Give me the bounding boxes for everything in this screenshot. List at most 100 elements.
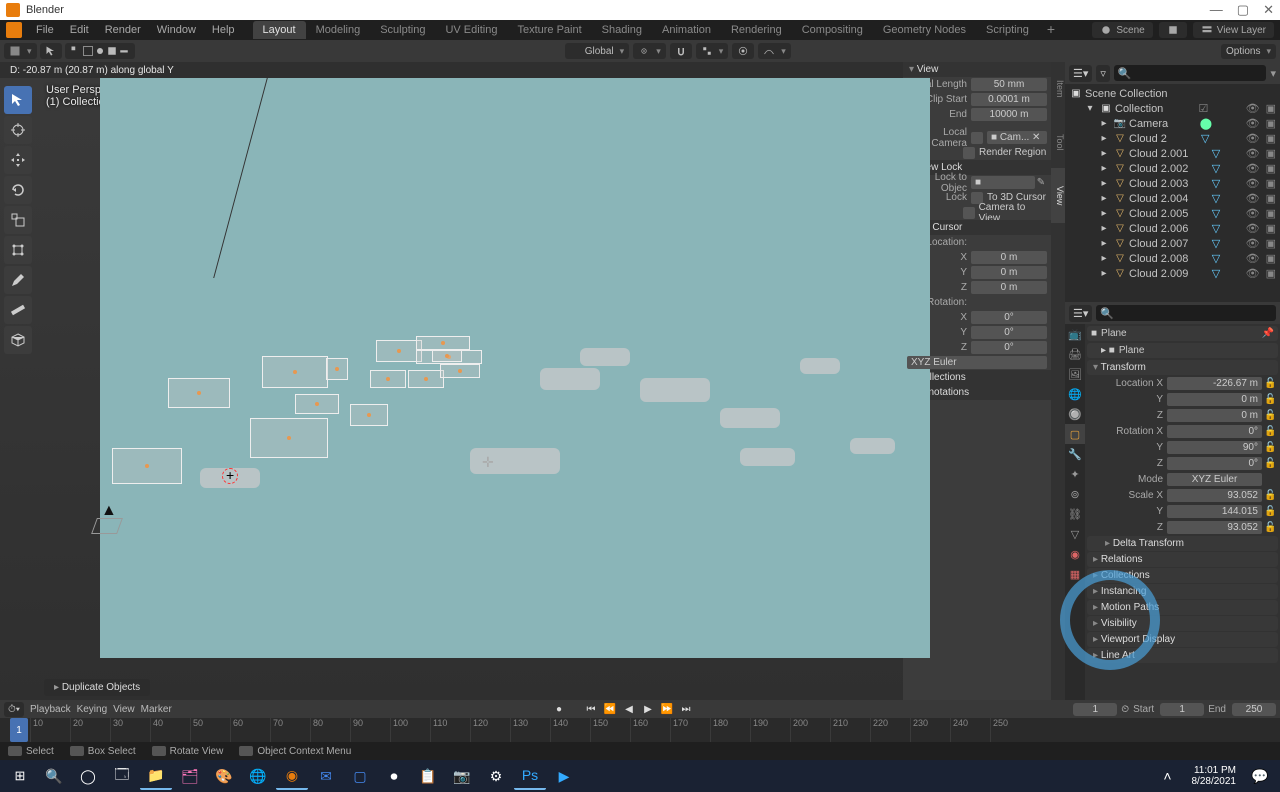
object-breadcrumb[interactable]: ■ Plane📌 (1087, 326, 1278, 341)
autokey-button[interactable]: ● (551, 702, 567, 716)
visibility-header[interactable]: Visibility (1087, 616, 1278, 631)
ptab-particle[interactable]: ✦ (1065, 464, 1085, 484)
npanel-tab-view[interactable]: View (1051, 168, 1065, 223)
taskbar-app-5[interactable]: ⏺ (378, 762, 410, 790)
cursor-loc-z[interactable]: 0 m (971, 281, 1047, 294)
snap-element[interactable] (696, 43, 729, 59)
tool-rotate[interactable] (4, 176, 32, 204)
ptab-constraint[interactable]: ⛓ (1065, 504, 1085, 524)
playhead[interactable]: 1 (10, 718, 28, 742)
search-button[interactable]: 🔍 (38, 762, 70, 790)
prev-key-button[interactable]: ⏪ (602, 702, 618, 716)
clip-start-field[interactable]: 0.0001 m (971, 93, 1047, 106)
cursor-rot-x[interactable]: 0° (971, 311, 1047, 324)
scene-selector[interactable]: Scene (1092, 22, 1152, 38)
ptab-modifier[interactable]: 🔧 (1065, 444, 1085, 464)
play-button[interactable]: ▶ (640, 702, 656, 716)
ptab-viewlayer[interactable]: 🖼 (1065, 364, 1085, 384)
preview-range-icon[interactable]: ⏲ (1121, 704, 1129, 715)
tool-select-box[interactable] (4, 86, 32, 114)
timeline-marker-menu[interactable]: Marker (141, 704, 172, 715)
taskbar-chrome[interactable]: 🌐 (242, 762, 274, 790)
workspace-tab-layout[interactable]: Layout (253, 21, 306, 39)
tool-add-cube[interactable] (4, 326, 32, 354)
view3d-canvas[interactable]: D: -20.87 m (20.87 m) along global Y Use… (0, 62, 903, 700)
notifications-button[interactable]: 💬 (1244, 762, 1276, 790)
transform-orientation[interactable]: Global (565, 43, 629, 59)
play-reverse-button[interactable]: ◀ (621, 702, 637, 716)
close-button[interactable]: ✕ (1263, 2, 1274, 18)
taskbar-app-2[interactable]: 🗂 (174, 762, 206, 790)
collections-panel-header[interactable]: Collections (1087, 568, 1278, 583)
taskbar-app-3[interactable]: 🎨 (208, 762, 240, 790)
taskbar-app-9[interactable]: ▶ (548, 762, 580, 790)
lineart-header[interactable]: Line Art (1087, 648, 1278, 663)
workspace-tab-animation[interactable]: Animation (652, 21, 721, 39)
taskbar-app-7[interactable]: 📷 (446, 762, 478, 790)
motion-paths-header[interactable]: Motion Paths (1087, 600, 1278, 615)
object-mode-selectors[interactable] (65, 43, 135, 59)
cursor-rot-y[interactable]: 0° (971, 326, 1047, 339)
npanel-view-header[interactable]: View (903, 62, 1051, 77)
workspace-tab-geonodes[interactable]: Geometry Nodes (873, 21, 976, 39)
jump-end-button[interactable]: ⏭ (678, 702, 694, 716)
cursor-rot-z[interactable]: 0° (971, 341, 1047, 354)
workspace-tab-scripting[interactable]: Scripting (976, 21, 1039, 39)
taskbar-mail[interactable]: ✉ (310, 762, 342, 790)
proportional-edit[interactable] (732, 43, 754, 59)
menu-file[interactable]: File (28, 24, 62, 36)
minimize-button[interactable]: — (1210, 2, 1223, 18)
taskbar-app-1[interactable]: 🗔 (106, 762, 138, 790)
lock-icon[interactable]: 🔓 (1264, 378, 1276, 389)
tool-cursor[interactable] (4, 116, 32, 144)
timeline-keying-menu[interactable]: Keying (77, 704, 108, 715)
workspace-add-button[interactable]: + (1039, 21, 1063, 39)
outliner-search[interactable]: 🔍 (1114, 65, 1267, 81)
tool-transform[interactable] (4, 236, 32, 264)
scene-new-button[interactable] (1159, 22, 1187, 38)
workspace-tab-modeling[interactable]: Modeling (306, 21, 371, 39)
outliner-filter-icon[interactable]: ▿ (1096, 65, 1110, 82)
properties-search[interactable]: 🔍 (1096, 305, 1276, 321)
blender-menu-icon[interactable] (6, 22, 22, 38)
header-options[interactable]: Options (1221, 44, 1276, 59)
taskbar-app-6[interactable]: 📋 (412, 762, 444, 790)
cursor-loc-y[interactable]: 0 m (971, 266, 1047, 279)
rot-x-field[interactable]: 0° (1167, 425, 1262, 438)
ptab-world[interactable]: 🔘 (1065, 404, 1085, 424)
viewport-display-header[interactable]: Viewport Display (1087, 632, 1278, 647)
relations-header[interactable]: Relations (1087, 552, 1278, 567)
scale-x-field[interactable]: 93.052 (1167, 489, 1262, 502)
ptab-object[interactable]: ▢ (1065, 424, 1085, 444)
rot-z-field[interactable]: 0° (1167, 457, 1262, 470)
clip-end-field[interactable]: 10000 m (971, 108, 1047, 121)
taskbar-app-8[interactable]: ⚙ (480, 762, 512, 790)
tray-up-icon[interactable]: ˄ (1152, 762, 1184, 790)
timeline-track[interactable]: 1 10203040506070809010011012013014015016… (0, 718, 1280, 742)
taskbar-photoshop[interactable]: Ps (514, 762, 546, 790)
end-frame-field[interactable]: 250 (1232, 703, 1276, 716)
focal-length-field[interactable]: 50 mm (971, 78, 1047, 91)
viewport-3d[interactable]: D: -20.87 m (20.87 m) along global Y Use… (0, 62, 903, 700)
start-button[interactable]: ⊞ (4, 762, 36, 790)
loc-z-field[interactable]: 0 m (1167, 409, 1262, 422)
tool-measure[interactable] (4, 296, 32, 324)
npanel-tab-tool[interactable]: Tool (1051, 116, 1065, 169)
cursor-rot-mode[interactable]: XYZ Euler (907, 356, 1047, 369)
menu-render[interactable]: Render (97, 24, 149, 36)
camera-to-view-check[interactable] (963, 207, 975, 219)
ptab-output[interactable]: 🖨 (1065, 344, 1085, 364)
taskbar-app-4[interactable]: ▢ (344, 762, 376, 790)
instancing-header[interactable]: Instancing (1087, 584, 1278, 599)
jump-start-button[interactable]: ⏮ (583, 702, 599, 716)
render-region-check[interactable] (963, 147, 975, 159)
task-view-button[interactable]: ◯ (72, 762, 104, 790)
ptab-render[interactable]: 📺 (1065, 324, 1085, 344)
workspace-tab-sculpting[interactable]: Sculpting (370, 21, 435, 39)
scale-y-field[interactable]: 144.015 (1167, 505, 1262, 518)
system-clock[interactable]: 11:01 PM 8/28/2021 (1186, 765, 1243, 787)
properties-editor-type[interactable]: ☰▾ (1069, 305, 1092, 322)
maximize-button[interactable]: ▢ (1237, 2, 1249, 18)
outliner-display-mode[interactable]: ☰▾ (1069, 65, 1092, 82)
taskbar-blender[interactable]: ◉ (276, 762, 308, 790)
